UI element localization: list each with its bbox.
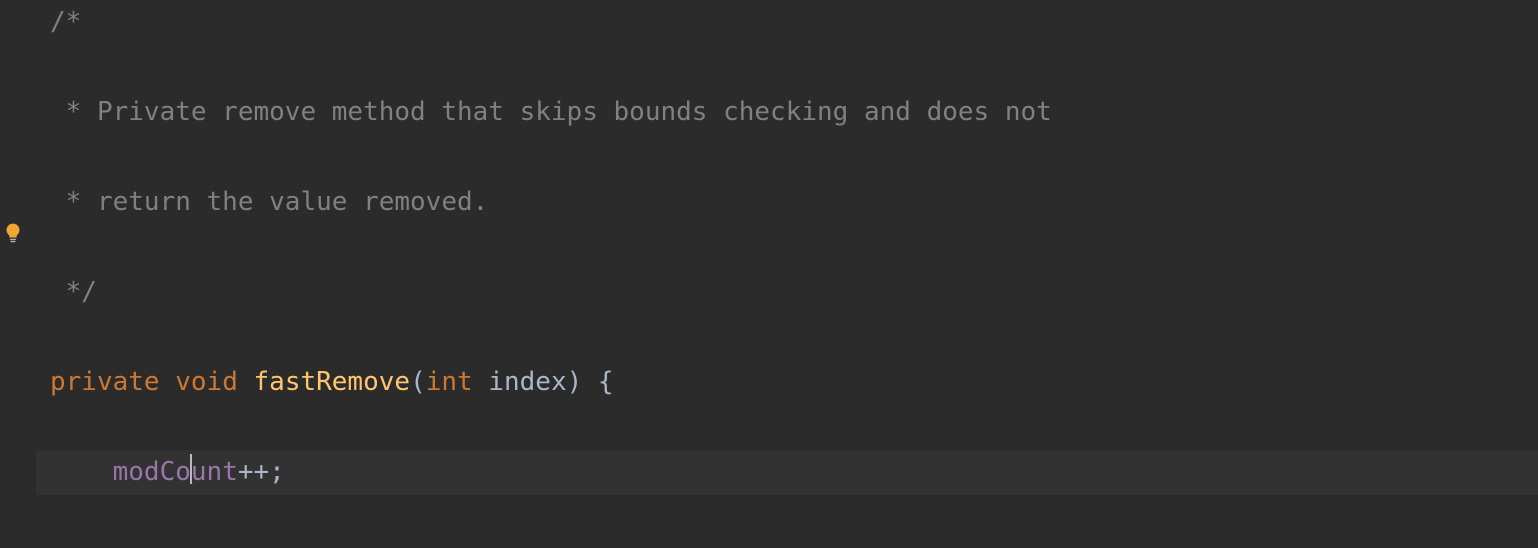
code-line: /* [36, 0, 1538, 45]
code-content[interactable]: /* * Private remove method that skips bo… [36, 0, 1538, 548]
code-editor[interactable]: /* * Private remove method that skips bo… [0, 0, 1538, 548]
lightbulb-icon[interactable] [2, 214, 24, 236]
code-line: */ [36, 270, 1538, 315]
doc-comment: * Private remove method that skips bound… [50, 97, 1052, 127]
code-line: private void fastRemove(int index) { [36, 360, 1538, 405]
doc-comment: */ [50, 277, 97, 307]
code-line: * return the value removed. [36, 180, 1538, 225]
code-line: * Private remove method that skips bound… [36, 90, 1538, 135]
keyword-private: private [50, 367, 160, 397]
field-modcount: modCo [113, 457, 191, 487]
editor-gutter [0, 0, 36, 548]
doc-comment: /* [50, 7, 81, 37]
doc-comment: * return the value removed. [50, 187, 488, 217]
method-name: fastRemove [254, 367, 411, 397]
code-line-current: modCount++; [36, 450, 1538, 495]
keyword-int: int [426, 367, 473, 397]
keyword-void: void [175, 367, 238, 397]
code-line: int numMoved = size - index - 1; [36, 540, 1538, 548]
